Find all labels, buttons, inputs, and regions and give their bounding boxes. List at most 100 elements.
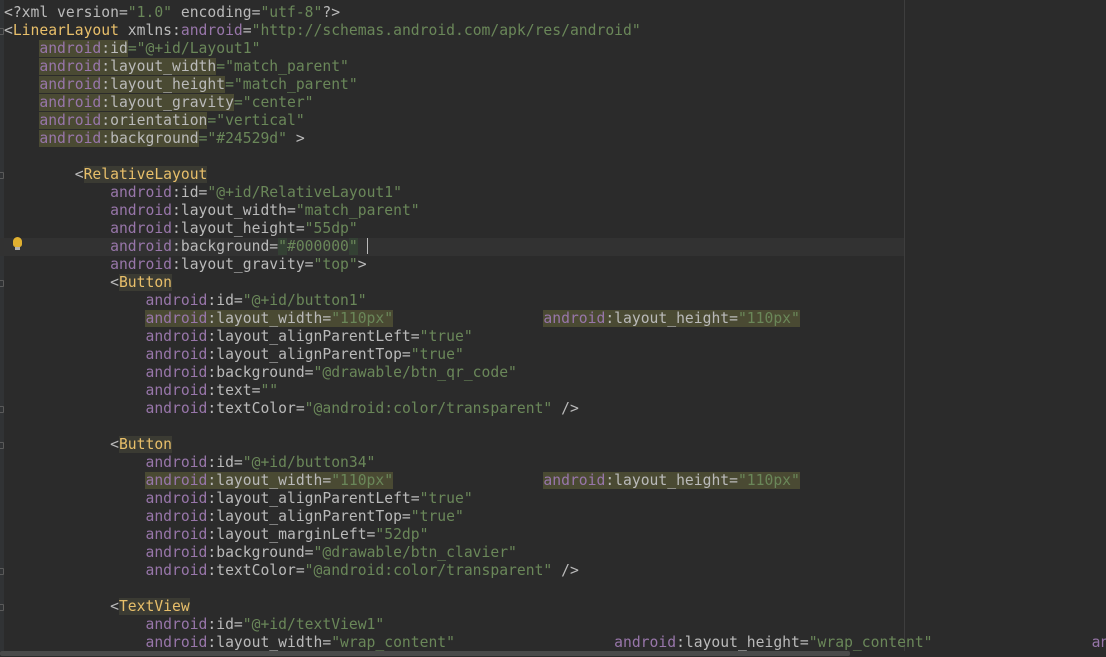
code-token: :textColor= <box>207 400 305 417</box>
code-line[interactable]: android:background="#24529d" > <box>4 130 305 148</box>
code-token: > <box>357 256 367 273</box>
code-token: /> <box>552 562 579 579</box>
code-token: android <box>145 346 208 363</box>
code-line[interactable]: <TextView <box>4 598 190 616</box>
code-line[interactable]: android:id="@+id/RelativeLayout1" <box>4 184 402 202</box>
code-token: ="match_parent" <box>216 58 349 75</box>
code-token: "@android:color/transparent" <box>304 400 553 417</box>
code-line[interactable]: <?xml version="1.0" encoding="utf-8"?> <box>4 4 340 22</box>
code-token: "true" <box>410 508 464 525</box>
code-token: :layout_alignParentTop= <box>207 346 411 363</box>
code-line[interactable]: android:id="@+id/Layout1" <box>4 40 260 58</box>
code-line[interactable]: <Button <box>4 274 173 292</box>
code-token: xmlns: <box>118 22 181 39</box>
code-line[interactable]: <Button <box>4 436 173 454</box>
code-line[interactable]: android:layout_height="55dp" <box>4 220 358 238</box>
code-line-content: android:text="" <box>4 382 278 399</box>
code-token: " <box>348 238 358 255</box>
code-line[interactable]: <LinearLayout xmlns:android="http://sche… <box>4 22 641 40</box>
code-token: android <box>180 22 243 39</box>
code-token: :background= <box>172 238 279 255</box>
fold-marker-icon[interactable] <box>0 172 4 179</box>
code-line-content: android:layout_width="110px" android:lay… <box>4 310 800 327</box>
code-line[interactable]: android:id="@+id/button1" <box>4 292 366 310</box>
code-token: < <box>4 166 84 183</box>
code-line[interactable]: <RelativeLayout <box>4 166 208 184</box>
code-line-content: android:layout_width="wrap_content" andr… <box>4 634 1106 651</box>
code-token: android <box>145 382 208 399</box>
code-token: android <box>145 400 208 417</box>
code-line[interactable]: android:layout_width="wrap_content" andr… <box>4 634 1106 652</box>
code-token: :layout_marginLeft= <box>207 526 376 543</box>
code-token: " <box>278 238 287 255</box>
code-token: "52dp" <box>375 526 429 543</box>
code-line-content: android:id="@+id/button34" <box>4 454 375 471</box>
code-line[interactable]: android:layout_height="match_parent" <box>4 76 358 94</box>
code-line-content: android:textColor="@android:color/transp… <box>4 562 579 579</box>
code-line[interactable]: android:background="@drawable/btn_qr_cod… <box>4 364 516 382</box>
code-line-content: android:layout_width="match_parent" <box>4 202 420 219</box>
code-token: <?xml version= <box>4 4 128 21</box>
code-line[interactable]: android:layout_gravity="center" <box>4 94 314 112</box>
right-margin-guide <box>904 0 905 651</box>
code-token: "@+id/RelativeLayout1" <box>207 184 402 201</box>
code-line[interactable]: android:layout_width="110px" android:lay… <box>4 310 800 328</box>
code-line[interactable]: android:background="#000000" <box>0 238 904 256</box>
code-line[interactable]: android:layout_width="match_parent" <box>4 58 349 76</box>
code-line[interactable]: android:layout_gravity="top"> <box>4 256 367 274</box>
code-line-content: android:layout_width="match_parent" <box>4 58 349 75</box>
code-token: "true" <box>419 328 473 345</box>
code-token: android <box>145 364 208 381</box>
code-line[interactable]: android:textColor="@android:color/transp… <box>4 562 579 580</box>
fold-marker-icon[interactable] <box>0 442 4 449</box>
code-line-content: android:layout_gravity="center" <box>4 94 314 111</box>
code-line-content: android:layout_alignParentTop="true" <box>4 346 463 363</box>
code-line[interactable]: android:layout_marginLeft="52dp" <box>4 526 428 544</box>
code-line-content: android:layout_alignParentLeft="true" <box>4 328 473 345</box>
code-line[interactable]: android:text="" <box>4 382 278 400</box>
code-line[interactable]: android:id="@+id/textView1" <box>4 616 384 634</box>
code-line[interactable]: android:textColor="@android:color/transp… <box>4 400 579 418</box>
fold-marker-icon[interactable] <box>0 28 4 35</box>
code-line-content: <TextView <box>4 598 190 615</box>
fold-marker-icon[interactable] <box>0 280 4 287</box>
horizontal-scrollbar-thumb[interactable] <box>0 651 850 656</box>
fold-marker-icon[interactable] <box>0 604 4 611</box>
code-line[interactable]: android:layout_alignParentLeft="true" <box>4 328 473 346</box>
code-line[interactable]: android:background="@drawable/btn_clavie… <box>4 544 516 562</box>
code-token: "wrap_content" <box>808 634 933 651</box>
code-token: TextView <box>118 598 190 615</box>
code-line[interactable]: android:layout_alignParentTop="true" <box>4 346 463 364</box>
code-token: "http://schemas.android.com/apk/res/andr… <box>251 22 641 39</box>
code-line[interactable]: android:orientation="vertical" <box>4 112 305 130</box>
code-token: "wrap_content" <box>331 634 455 651</box>
code-line-content: android:layout_marginLeft="52dp" <box>4 526 428 543</box>
code-token: /> <box>552 400 579 417</box>
fold-marker-icon[interactable] <box>0 406 4 413</box>
code-line[interactable]: android:layout_alignParentLeft="true" <box>4 490 472 508</box>
lightbulb-icon[interactable] <box>13 237 22 250</box>
code-token: :layout_gravity <box>101 94 234 111</box>
fold-marker-icon[interactable] <box>0 568 4 575</box>
code-token: "match_parent" <box>295 202 420 219</box>
code-line[interactable]: android:layout_width="match_parent" <box>4 202 420 220</box>
code-line[interactable]: android:layout_alignParentTop="true" <box>4 508 464 526</box>
code-token: Button <box>118 274 173 291</box>
code-token: android <box>145 544 208 561</box>
code-line[interactable]: android:id="@+id/button34" <box>4 454 375 472</box>
code-token: android <box>145 526 208 543</box>
code-token: :id= <box>172 184 208 201</box>
code-line[interactable]: android:layout_width="110px" android:lay… <box>4 472 800 490</box>
code-editor[interactable]: <?xml version="1.0" encoding="utf-8"?> <L… <box>0 0 1106 657</box>
